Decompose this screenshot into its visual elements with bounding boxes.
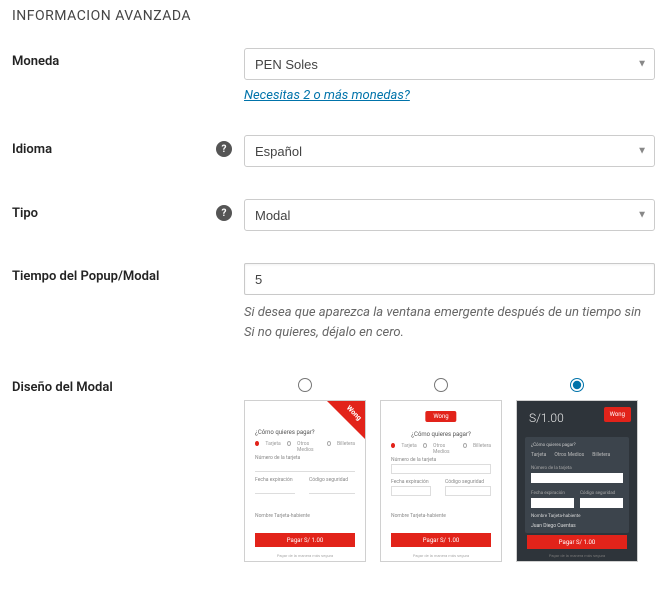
input-tiempo[interactable] xyxy=(244,263,655,295)
label-idioma: Idioma xyxy=(12,142,52,157)
select-tipo[interactable]: Modal xyxy=(244,199,655,231)
preview-design-1[interactable]: Wong ¿Cómo quieres pagar? Tarjeta Otros … xyxy=(244,400,366,562)
brand-icon: Wong xyxy=(604,407,631,422)
preview-tabs: Tarjeta Otros Medios Billetera xyxy=(531,452,623,458)
preview-pay-button: Pagar S/ 1.00 xyxy=(391,533,491,547)
preview-pay-button: Pagar S/ 1.00 xyxy=(527,535,627,549)
select-moneda[interactable]: PEN Soles xyxy=(244,48,655,80)
preview-pay-button: Pagar S/ 1.00 xyxy=(255,533,355,547)
design-option-3: S/1.00 Wong ¿Cómo quieres pagar? Tarjeta… xyxy=(516,378,638,562)
design-option-1: Wong ¿Cómo quieres pagar? Tarjeta Otros … xyxy=(244,378,366,562)
radio-design-2[interactable] xyxy=(434,378,448,392)
row-moneda: Moneda PEN Soles ▼ Necesitas 2 o más mon… xyxy=(12,48,655,103)
radio-design-3[interactable] xyxy=(570,378,584,392)
help-icon[interactable]: ? xyxy=(216,141,232,157)
label-diseno: Diseño del Modal xyxy=(12,380,113,395)
preview-amount: S/1.00 xyxy=(529,411,564,425)
preview-question: ¿Cómo quieres pagar? xyxy=(391,431,491,438)
radio-design-1[interactable] xyxy=(298,378,312,392)
help-icon[interactable]: ? xyxy=(216,205,232,221)
link-multiple-currencies[interactable]: Necesitas 2 o más monedas? xyxy=(244,88,410,103)
label-tiempo: Tiempo del Popup/Modal xyxy=(12,269,159,284)
row-idioma: Idioma ? Español ▼ xyxy=(12,135,655,167)
preview-design-3[interactable]: S/1.00 Wong ¿Cómo quieres pagar? Tarjeta… xyxy=(516,400,638,562)
desc-tiempo: Si desea que aparezca la ventana emergen… xyxy=(244,303,655,342)
label-moneda: Moneda xyxy=(12,54,59,69)
preview-design-2[interactable]: Wong ¿Cómo quieres pagar? Tarjeta Otros … xyxy=(380,400,502,562)
design-option-2: Wong ¿Cómo quieres pagar? Tarjeta Otros … xyxy=(380,378,502,562)
row-diseno: Diseño del Modal Wong ¿Cómo quieres paga… xyxy=(12,374,655,562)
section-title: INFORMACION AVANZADA xyxy=(12,8,655,24)
row-tiempo: Tiempo del Popup/Modal Si desea que apar… xyxy=(12,263,655,342)
row-tipo: Tipo ? Modal ▼ xyxy=(12,199,655,231)
design-options: Wong ¿Cómo quieres pagar? Tarjeta Otros … xyxy=(244,378,655,562)
brand-icon: Wong xyxy=(425,411,456,422)
select-idioma[interactable]: Español xyxy=(244,135,655,167)
preview-tabs: Tarjeta Otros Medios Billetera xyxy=(391,443,491,455)
preview-tabs: Tarjeta Otros Medios Billetera xyxy=(255,441,355,453)
label-tipo: Tipo xyxy=(12,206,38,221)
preview-question: ¿Cómo quieres pagar? xyxy=(255,429,355,436)
